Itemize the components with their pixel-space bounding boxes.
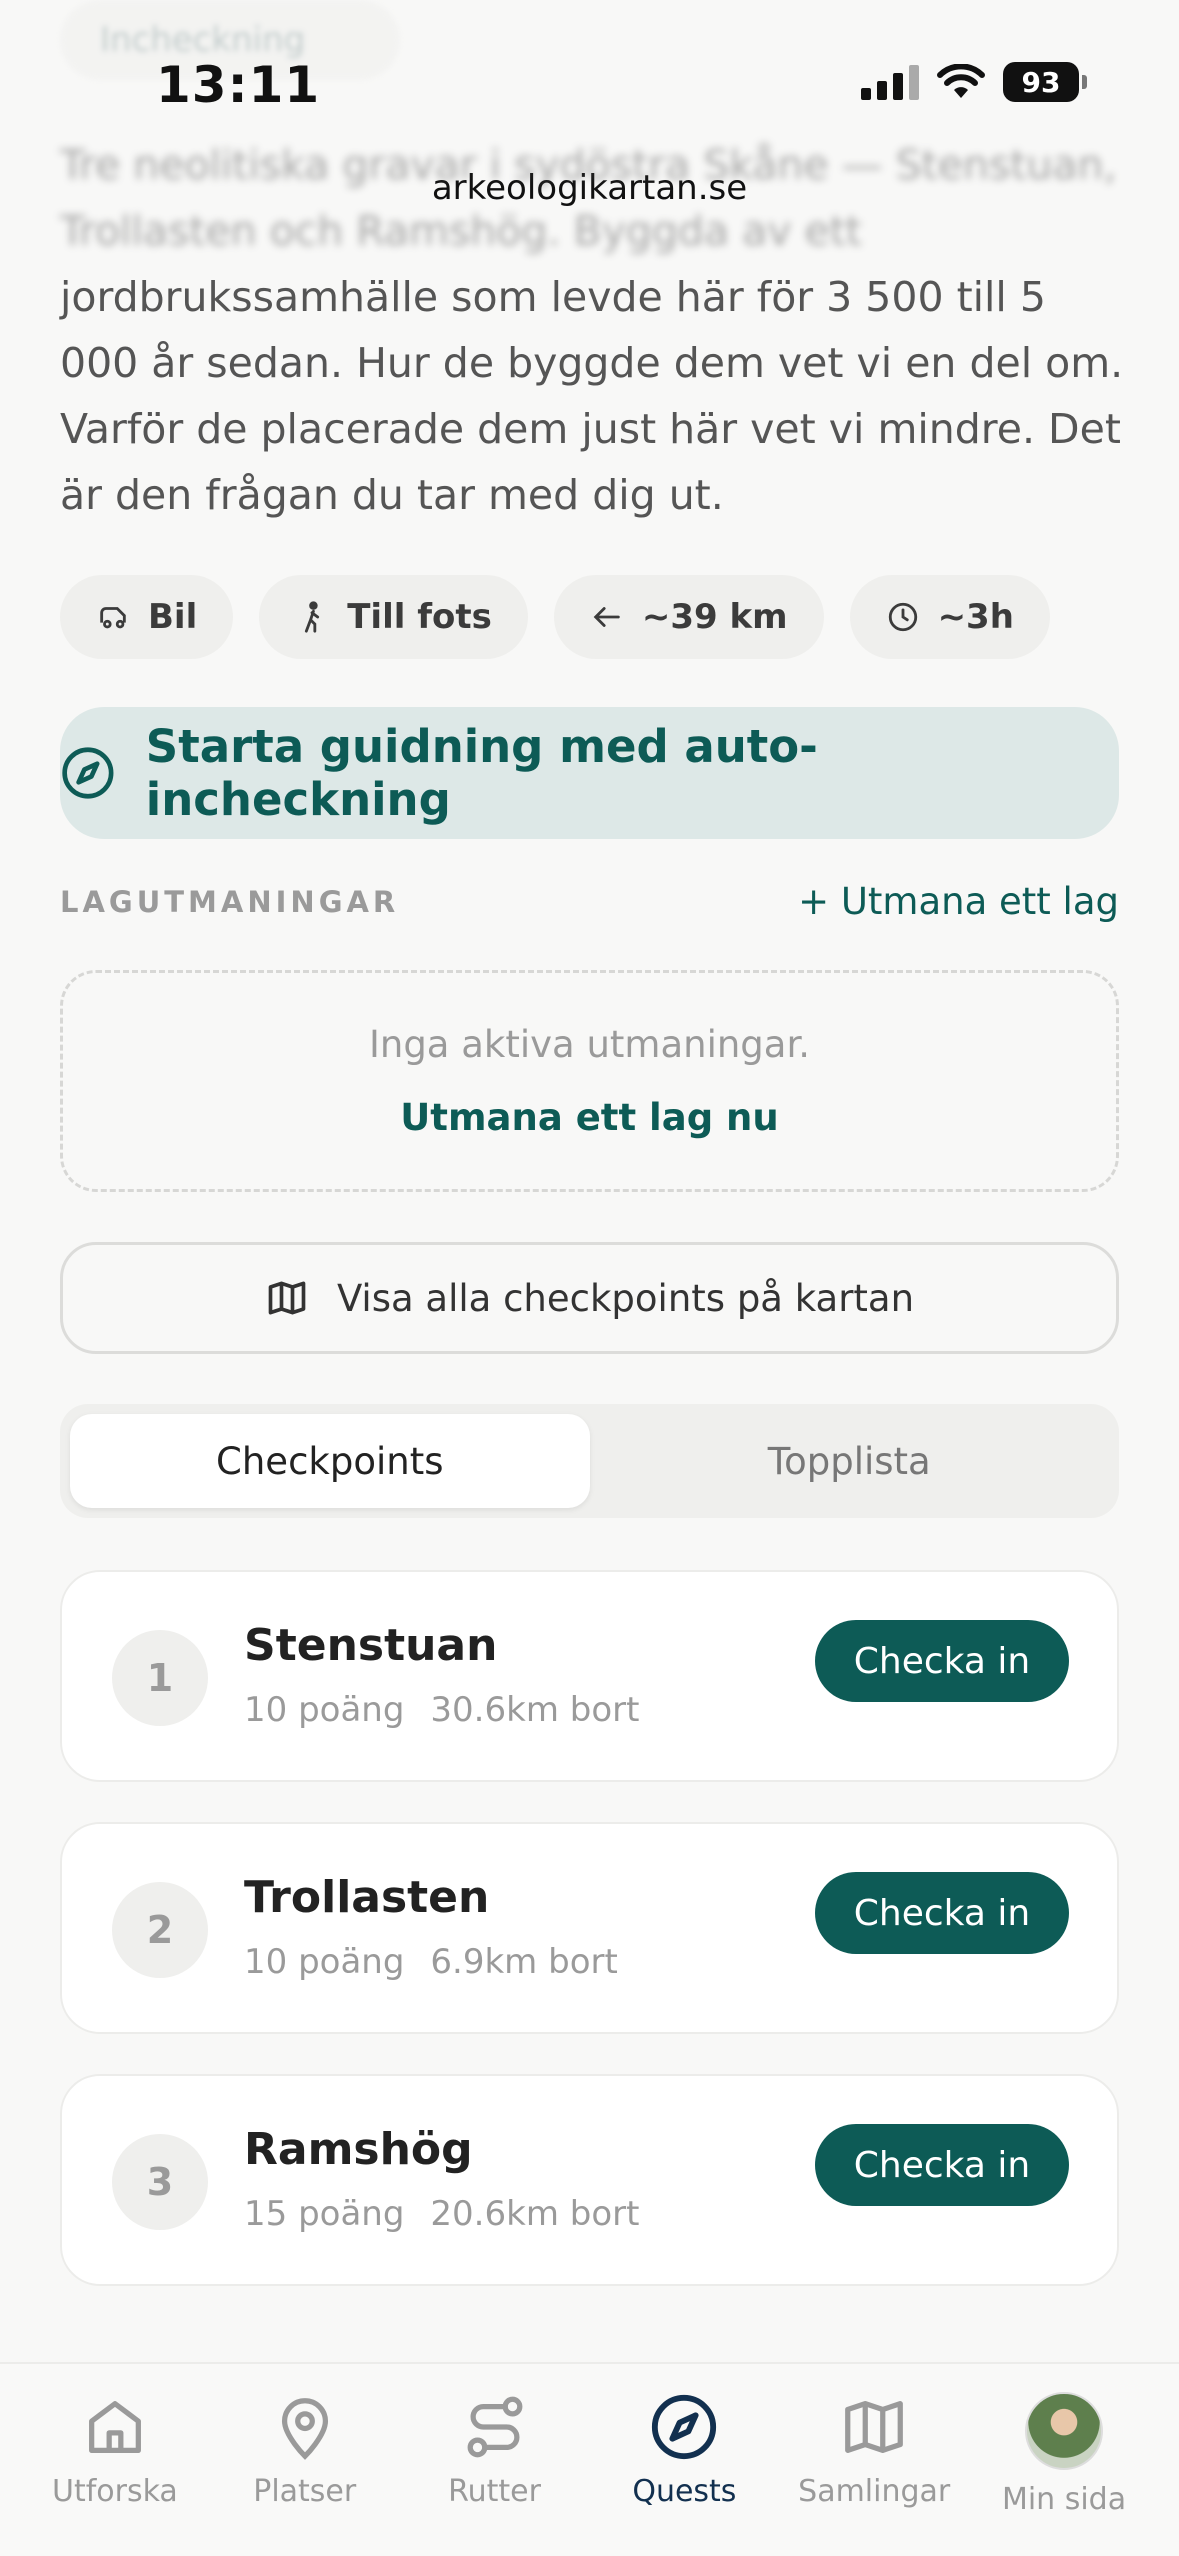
quest-meta-chips: Bil Till fots ~39 km ~3h [60,575,1050,659]
scrolled-chip-label: Incheckning [100,20,306,60]
system-icons: 93 [861,62,1087,102]
start-guidance-button[interactable]: Starta guidning med auto-incheckning [60,707,1119,839]
checkpoint-card: 1 Stenstuan 10 poäng 30.6km bort Checka … [60,1570,1119,1782]
chip-label: Till fots [347,597,492,637]
tab-places[interactable]: Platser [215,2392,395,2556]
chip-duration: ~3h [849,575,1050,659]
check-in-button[interactable]: Checka in [815,1620,1069,1702]
checkpoint-distance: 6.9km bort [430,1942,618,1982]
checkpoint-card: 2 Trollasten 10 poäng 6.9km bort Checka … [60,1822,1119,2034]
segmented-control: Checkpoints Topplista [60,1404,1119,1518]
checkpoint-meta: 10 poäng 6.9km bort [244,1942,618,1982]
compass-icon [62,747,114,799]
description-text: jordbrukssamhälle som levde här för 3 50… [60,273,1124,519]
avatar [1025,2392,1104,2470]
map-icon [268,1281,306,1315]
chip-label: ~3h [937,597,1014,637]
tab-routes[interactable]: Rutter [405,2392,585,2556]
chip-label: ~39 km [641,597,788,637]
tab-label: Samlingar [798,2474,951,2509]
tab-explore[interactable]: Utforska [25,2392,205,2556]
show-checkpoints-map-button[interactable]: Visa alla checkpoints på kartan [60,1242,1119,1354]
tab-label: Min sida [1001,2482,1127,2517]
chip-distance: ~39 km [553,575,824,659]
battery-icon: 93 [1003,62,1087,102]
cellular-signal-icon [861,64,919,100]
checkpoint-points: 10 poäng [244,1942,405,1982]
walk-icon [305,601,320,633]
chip-label: Bil [148,597,198,637]
check-in-button[interactable]: Checka in [815,2124,1069,2206]
car-icon [100,607,126,629]
tab-label: Quests [632,2474,737,2509]
tab-label: Platser [253,2474,357,2509]
compass-icon [652,2394,717,2460]
checkpoint-number: 3 [112,2134,208,2230]
clock-icon [888,602,917,632]
pin-icon [281,2398,328,2460]
empty-state-text: Inga aktiva utmaningar. [368,1023,811,1066]
map-icon [845,2401,904,2453]
arrow-icon [593,607,620,627]
chip-walk: Till fots [259,575,528,659]
checkpoint-points: 10 poäng [244,1690,405,1730]
tab-leaderboard[interactable]: Topplista [590,1414,1110,1508]
checkpoint-name: Trollasten [244,1872,490,1923]
checkpoint-name: Stenstuan [244,1620,498,1671]
checkpoint-name: Ramshög [244,2124,473,2175]
tab-collections[interactable]: Samlingar [784,2392,964,2556]
challenge-team-link[interactable]: + Utmana ett lag [798,880,1119,923]
challenges-empty-state: Inga aktiva utmaningar. Utmana ett lag n… [60,970,1119,1192]
tab-label: Rutter [448,2474,541,2509]
checkpoint-card: 3 Ramshög 15 poäng 20.6km bort Checka in [60,2074,1119,2286]
tab-quests[interactable]: Quests [594,2392,774,2556]
check-in-button[interactable]: Checka in [815,1872,1069,1954]
challenges-header: LAGUTMANINGAR + Utmana ett lag [60,880,1119,923]
tab-checkpoints[interactable]: Checkpoints [70,1414,590,1508]
section-label: LAGUTMANINGAR [60,884,400,919]
bottom-tab-bar: Utforska Platser Rutter Quests Samlingar… [0,2362,1179,2556]
wifi-icon [937,64,985,98]
checkpoint-number: 1 [112,1630,208,1726]
checkpoint-meta: 15 poäng 20.6km bort [244,2194,639,2234]
route-icon [467,2396,522,2458]
quest-description: Tre neolitiska gravar i sydöstra Skåne —… [60,132,1130,528]
map-button-label: Visa alla checkpoints på kartan [336,1276,915,1320]
checkpoint-meta: 10 poäng 30.6km bort [244,1690,639,1730]
checkpoint-distance: 20.6km bort [430,2194,640,2234]
description-faded: Tre neolitiska gravar i sydöstra Skåne —… [60,141,1117,255]
checkpoint-distance: 30.6km bort [430,1690,640,1730]
start-guidance-label: Starta guidning med auto-incheckning [145,720,818,826]
tab-my-page[interactable]: Min sida [974,2392,1154,2556]
chip-transport-car: Bil [60,575,234,659]
challenge-team-now-link[interactable]: Utmana ett lag nu [400,1096,779,1139]
checkpoint-points: 15 poäng [244,2194,405,2234]
checkpoint-number: 2 [112,1882,208,1978]
tab-label: Utforska [51,2474,178,2509]
clock: 13:11 [156,56,321,114]
quest-detail-screen: Incheckning 13:11 93 arkeologikartan.se … [0,0,1179,2556]
home-icon [88,2401,141,2453]
